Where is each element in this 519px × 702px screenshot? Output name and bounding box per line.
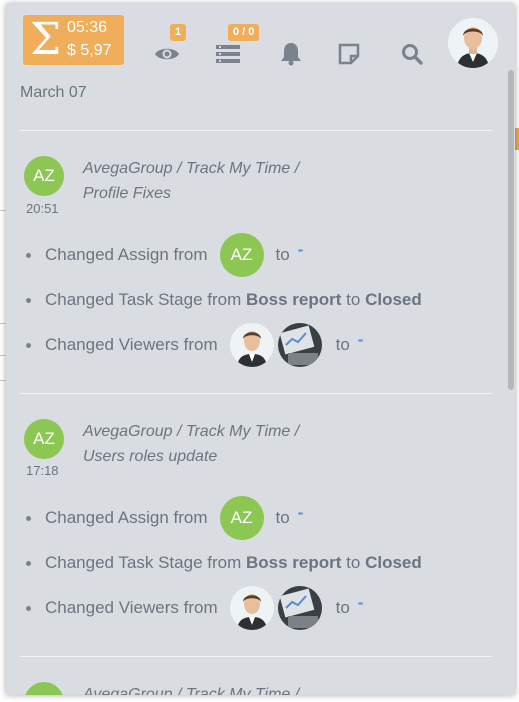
bullet — [26, 297, 31, 303]
entry-time: 17:18 — [26, 463, 59, 478]
task-path-line1: AvegaGroup / Track My Time / — [83, 160, 300, 177]
change-prefix: Changed Viewers from — [45, 335, 218, 354]
author-avatar[interactable] — [24, 682, 64, 695]
entry-time: 20:51 — [26, 201, 59, 216]
user-avatar[interactable] — [448, 18, 498, 68]
task-path[interactable]: AvegaGroup / Track My Time / Profile Fix… — [83, 156, 299, 206]
change-prefix: Changed Assign from — [45, 245, 208, 264]
timer-time: 05:36 — [67, 19, 108, 36]
timer-button[interactable]: Σ 05:36 $ 5,97 — [23, 15, 124, 65]
task-path-line2: Profile Fixes — [83, 185, 172, 202]
list-icon[interactable] — [214, 40, 242, 68]
change-to-value: - — [297, 503, 304, 522]
change-to-value: - — [297, 240, 304, 259]
change-prefix: Changed Viewers from — [45, 598, 218, 617]
timer-money: $ 5,97 — [67, 42, 112, 59]
watch-badge: 1 — [170, 24, 187, 41]
bullet — [26, 515, 31, 521]
background-accent — [515, 128, 519, 150]
divider — [20, 130, 492, 131]
assignee-avatar[interactable]: AZ — [219, 233, 264, 277]
search-icon[interactable] — [398, 40, 426, 68]
tasks-badge: 0 / 0 — [228, 24, 260, 41]
change-to-label: to — [335, 598, 350, 617]
top-bar: Σ 05:36 $ 5,97 1 0 / 0 — [6, 4, 515, 80]
change-to-label: to — [275, 508, 290, 527]
viewer-avatar[interactable] — [229, 323, 274, 367]
bell-icon[interactable] — [277, 40, 305, 68]
change-item: Changed Task Stage from Boss report to C… — [26, 548, 422, 578]
bullet — [26, 252, 31, 258]
change-to-label: to — [275, 245, 290, 264]
viewer-avatar[interactable] — [277, 323, 322, 367]
change-to-value: - — [357, 593, 364, 612]
change-to-value: - — [357, 330, 364, 349]
author-avatar[interactable]: AZ — [24, 419, 64, 459]
change-to-value: Closed — [365, 290, 422, 309]
change-prefix: Changed Task Stage from — [45, 553, 242, 572]
task-path[interactable]: AvegaGroup / Track My Time / — [83, 682, 299, 695]
change-item: Changed Viewers from to - — [26, 583, 363, 633]
activity-panel: Σ 05:36 $ 5,97 1 0 / 0 March 07 AZ 20:51… — [6, 4, 515, 695]
divider — [20, 656, 492, 657]
change-to-label: to — [346, 290, 361, 309]
change-item: Changed Assign from AZ to - — [26, 493, 303, 543]
viewer-avatar[interactable] — [229, 586, 274, 630]
scrollbar-thumb[interactable] — [508, 70, 514, 390]
change-prefix: Changed Task Stage from — [45, 290, 242, 309]
author-avatar[interactable]: AZ — [24, 156, 64, 196]
date-header: March 07 — [20, 84, 87, 101]
change-to-label: to — [346, 553, 361, 572]
change-item: Changed Viewers from to - — [26, 320, 363, 370]
bullet — [26, 342, 31, 348]
note-icon[interactable] — [335, 40, 363, 68]
task-path-line1: AvegaGroup / Track My Time / — [83, 423, 300, 440]
change-from-value: Boss report — [245, 290, 342, 309]
task-path[interactable]: AvegaGroup / Track My Time / Users roles… — [83, 419, 299, 469]
scrollbar[interactable] — [507, 68, 515, 688]
eye-icon[interactable] — [153, 40, 181, 68]
task-path-line2: Users roles update — [83, 448, 218, 465]
change-prefix: Changed Assign from — [45, 508, 208, 527]
change-from-value: Boss report — [245, 553, 342, 572]
bullet — [26, 560, 31, 566]
viewer-avatar[interactable] — [277, 586, 322, 630]
change-item: Changed Assign from AZ to - — [26, 230, 303, 280]
sigma-icon: Σ — [30, 14, 62, 65]
assignee-avatar[interactable]: AZ — [219, 496, 264, 540]
change-item: Changed Task Stage from Boss report to C… — [26, 285, 422, 315]
change-to-value: Closed — [365, 553, 422, 572]
task-path-line1: AvegaGroup / Track My Time / — [83, 686, 300, 695]
bullet — [26, 605, 31, 611]
divider — [20, 393, 492, 394]
change-to-label: to — [335, 335, 350, 354]
